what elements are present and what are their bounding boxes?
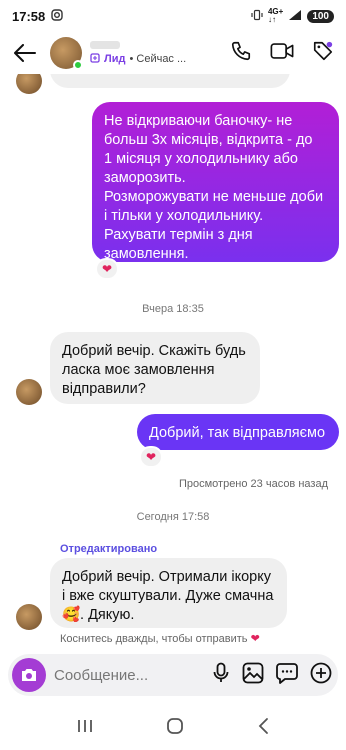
message-line: і вже скуштували. Дуже смачна xyxy=(62,588,274,604)
status-bar: 17:58 4G+ ↓↑ 100 xyxy=(0,0,346,32)
message-line: больш 3х місяців, відкрита - до xyxy=(104,132,313,148)
heart-reaction[interactable]: ❤ xyxy=(95,258,119,280)
message-bubble-incoming[interactable]: Добрий вечір. Отримали ікорку і вже скуш… xyxy=(50,558,287,628)
lead-label: Лид xyxy=(104,53,126,65)
message-bubble-incoming-cut[interactable] xyxy=(50,74,290,88)
message-line: Розморожувати не меньше доби xyxy=(104,189,324,205)
message-line: Рахувати термін з дня xyxy=(104,227,253,243)
chat-header: Лид • Сейчас ... xyxy=(0,32,346,74)
camera-button[interactable] xyxy=(12,658,46,692)
lead-label-icon xyxy=(90,52,100,66)
microphone-icon[interactable] xyxy=(212,662,230,689)
heart-icon: ❤ xyxy=(145,450,157,464)
network-type: 4G+ ↓↑ xyxy=(267,7,284,24)
activity-status: • Сейчас ... xyxy=(129,53,187,65)
contact-name-redacted xyxy=(90,40,120,49)
vibrate-icon xyxy=(251,9,263,24)
message-line: Добрий вечір. Отримали ікорку xyxy=(62,569,271,585)
sticker-chat-icon[interactable] xyxy=(276,662,298,689)
date-separator: Вчера 18:35 xyxy=(142,303,204,315)
battery-indicator: 100 xyxy=(307,9,334,23)
home-icon[interactable] xyxy=(166,717,184,740)
message-bubble-outgoing[interactable]: Не відкриваючи баночку- не больш 3х міся… xyxy=(92,102,339,262)
edited-label: Отредактировано xyxy=(60,543,158,555)
video-call-icon[interactable] xyxy=(270,40,294,67)
message-line: відправили? xyxy=(62,381,146,397)
message-line: замовлення. xyxy=(104,246,189,262)
contact-info[interactable]: Лид • Сейчас ... xyxy=(90,40,187,66)
add-plus-icon[interactable] xyxy=(310,662,332,689)
contact-avatar-small xyxy=(16,604,42,630)
message-input[interactable]: Сообщение... xyxy=(54,667,212,684)
seen-status: Просмотрено 23 часов назад xyxy=(178,478,328,490)
message-line: Добрий, так відправляємо xyxy=(149,425,326,441)
message-line: Добрий вечір. Скажіть будь xyxy=(62,343,246,359)
message-line: заморозить. xyxy=(104,170,186,186)
back-arrow-icon[interactable] xyxy=(8,36,42,70)
recent-apps-icon[interactable] xyxy=(76,718,94,739)
heart-icon: ❤ xyxy=(250,633,260,645)
contact-avatar-small xyxy=(16,379,42,405)
label-tag-icon[interactable] xyxy=(312,40,334,67)
message-line: 1 місяця у холодильнику або xyxy=(104,151,298,167)
heart-reaction[interactable]: ❤ xyxy=(139,446,163,468)
message-line: ласка моє замовлення xyxy=(62,362,215,378)
signal-icon xyxy=(288,9,302,24)
contact-avatar[interactable] xyxy=(50,37,83,70)
message-line: і тільки у холодильнику. xyxy=(104,208,264,224)
message-line: Не відкриваючи баночку- не xyxy=(104,113,293,129)
heart-icon: ❤ xyxy=(101,262,113,276)
system-nav-bar xyxy=(0,706,346,750)
back-nav-icon[interactable] xyxy=(256,717,270,740)
message-thread[interactable]: Не відкриваючи баночку- не больш 3х міся… xyxy=(0,74,346,648)
message-composer: Сообщение... xyxy=(8,654,338,696)
message-bubble-incoming[interactable]: Добрий вечір. Скажіть будь ласка моє зам… xyxy=(50,332,260,404)
message-bubble-outgoing[interactable]: Добрий, так відправляємо xyxy=(137,414,339,450)
message-line: 🥰. Дякую. xyxy=(62,607,135,623)
online-status-dot xyxy=(73,60,83,70)
date-separator: Сегодня 17:58 xyxy=(136,511,210,523)
instagram-notification-icon xyxy=(51,8,63,24)
contact-avatar-small xyxy=(16,74,42,94)
gallery-icon[interactable] xyxy=(242,662,264,689)
status-time: 17:58 xyxy=(12,8,46,24)
camera-icon xyxy=(22,669,36,681)
double-tap-hint[interactable]: Коснитесь дважды, чтобы отправить ❤ xyxy=(60,632,260,645)
phone-call-icon[interactable] xyxy=(230,40,252,67)
